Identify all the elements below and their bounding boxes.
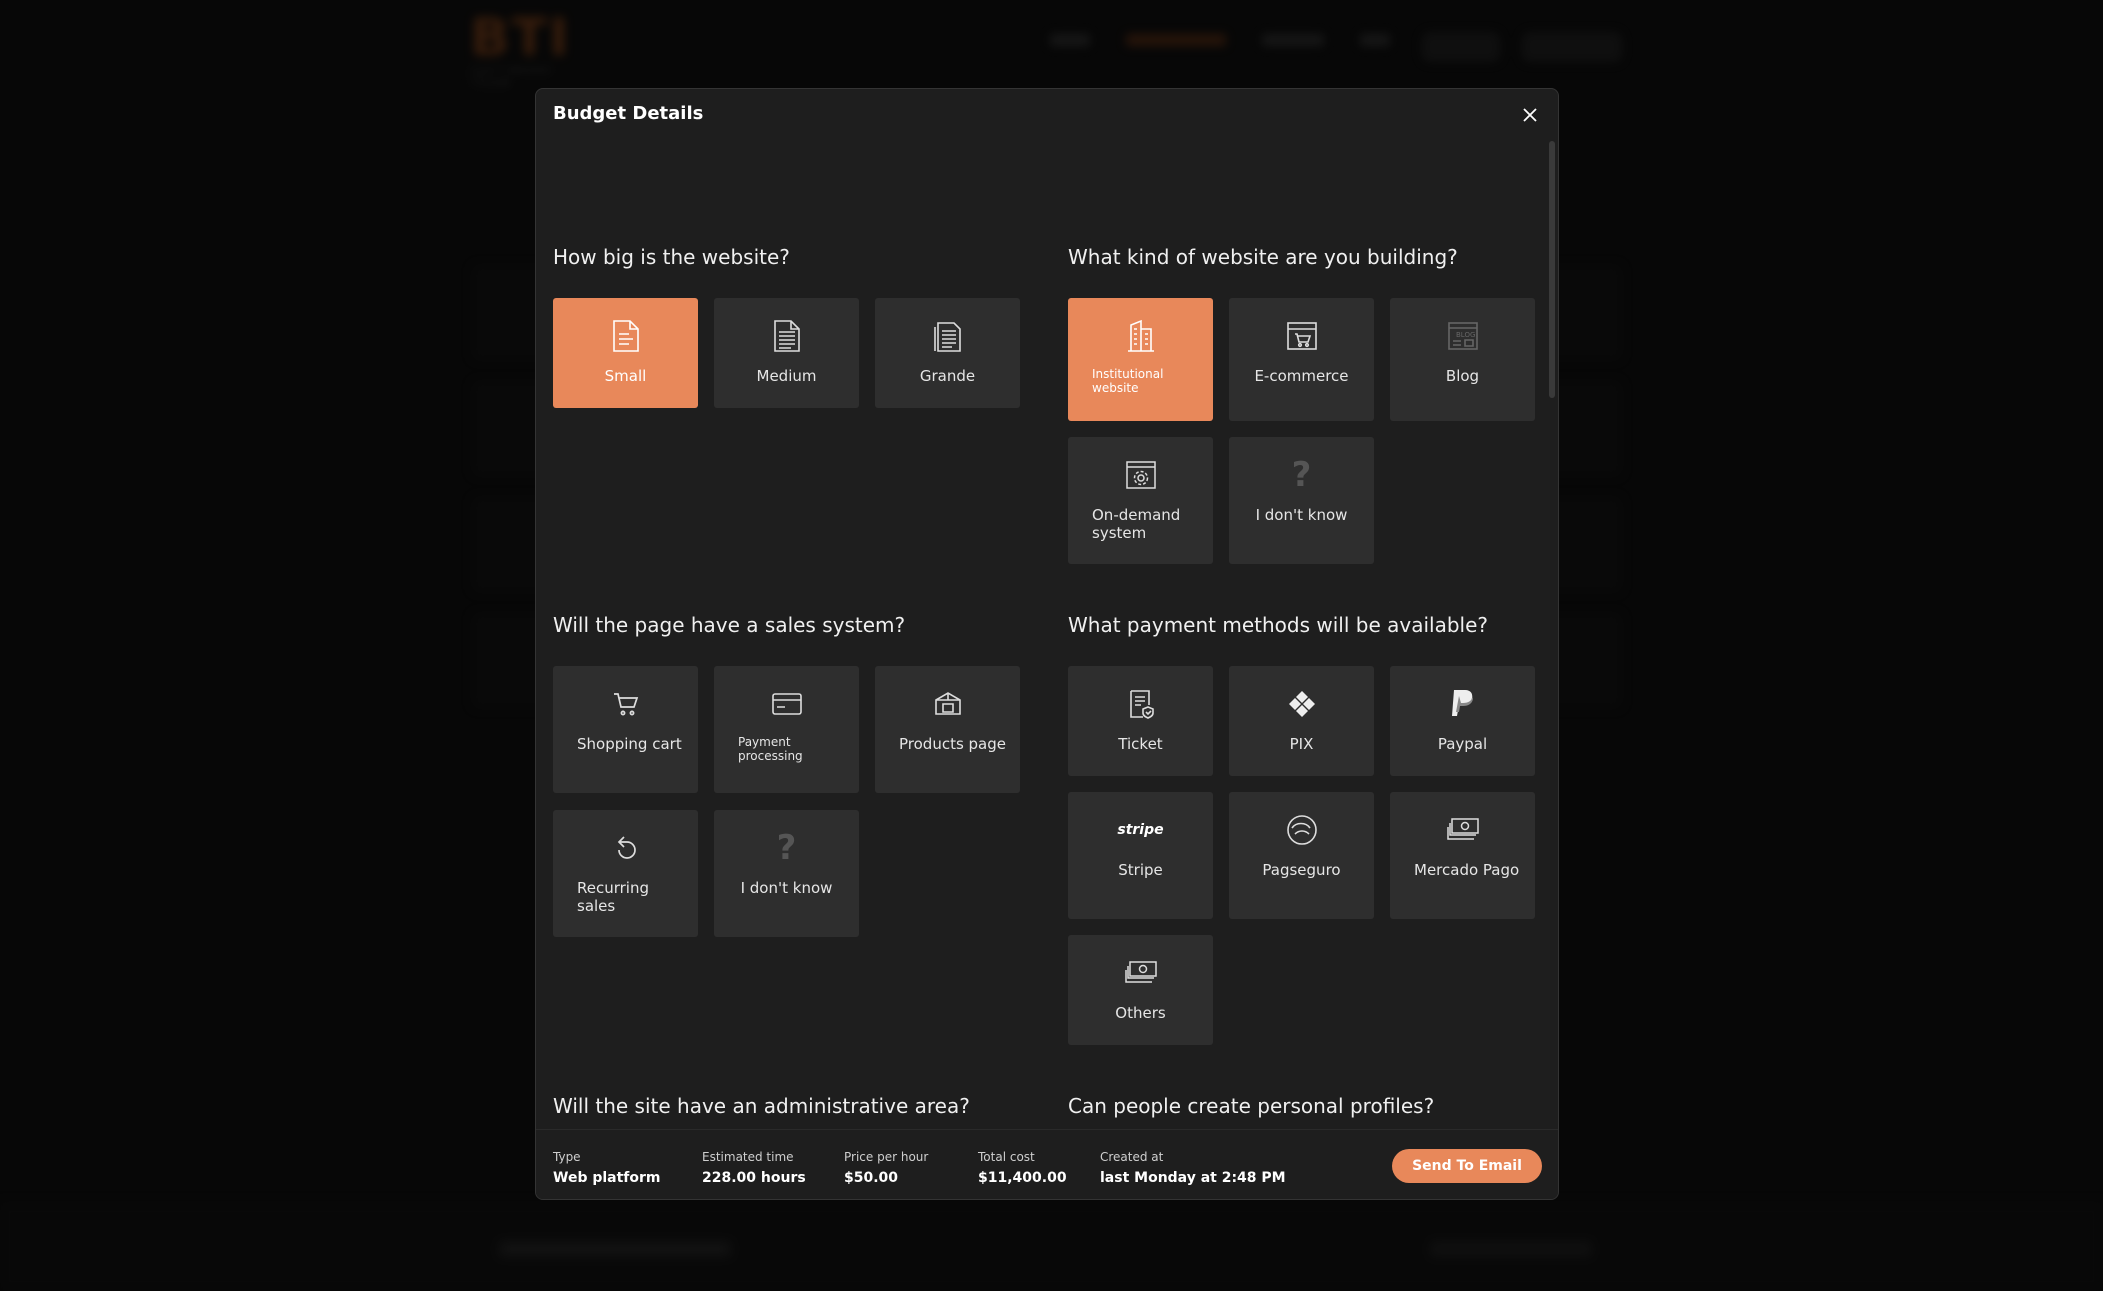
- documents-stack-icon: [875, 318, 1020, 354]
- modal-footer: Type Web platform Estimated time 228.00 …: [536, 1129, 1558, 1199]
- modal-header: Budget Details: [536, 89, 1558, 141]
- question-personal-profiles: Can people create personal profiles?: [1068, 1094, 1435, 1118]
- option-label: Small: [604, 367, 647, 385]
- question-sales-system: Will the page have a sales system?: [553, 613, 906, 637]
- paypal-icon: [1390, 686, 1535, 722]
- option-label: PIX: [1289, 735, 1314, 753]
- option-label: Paypal: [1437, 735, 1488, 753]
- option-sales-i-dont-know[interactable]: ? I don't know: [714, 810, 859, 937]
- modal-scrollbar[interactable]: [1549, 141, 1555, 1129]
- option-label: Shopping cart: [577, 735, 682, 753]
- stat-value: $50.00: [844, 1170, 899, 1186]
- building-icon: [1068, 318, 1213, 354]
- option-label: E-commerce: [1254, 367, 1349, 385]
- close-icon: [1523, 108, 1537, 122]
- close-button[interactable]: [1516, 101, 1544, 129]
- option-label: Products page: [899, 735, 1006, 753]
- send-to-email-button[interactable]: Send To Email: [1392, 1149, 1542, 1183]
- stripe-icon: stripe: [1068, 812, 1213, 848]
- option-e-commerce[interactable]: E-commerce: [1229, 298, 1374, 421]
- option-label: Medium: [756, 367, 817, 385]
- cash-others-icon: [1068, 955, 1213, 991]
- stripe-wordmark: stripe: [1117, 822, 1164, 838]
- option-label: Others: [1115, 1004, 1166, 1022]
- svg-text:BLOG: BLOG: [1456, 331, 1475, 339]
- recurring-arrow-icon: [553, 830, 698, 866]
- ticket-icon: [1068, 686, 1213, 722]
- question-admin-area: Will the site have an administrative are…: [553, 1094, 970, 1118]
- credit-card-icon: [714, 686, 859, 722]
- option-label: Grande: [919, 367, 976, 385]
- settings-window-icon: [1068, 457, 1213, 493]
- stat-label: Price per hour: [844, 1150, 929, 1164]
- option-label: Stripe: [1118, 861, 1163, 879]
- stat-value: $11,400.00: [978, 1170, 1067, 1186]
- option-label: Payment processing: [738, 735, 803, 763]
- document-lines-icon: [714, 318, 859, 354]
- option-payment-processing[interactable]: Payment processing: [714, 666, 859, 793]
- stat-label: Created at: [1100, 1150, 1164, 1164]
- option-label: I don't know: [1255, 506, 1348, 524]
- stat-value: Web platform: [553, 1170, 661, 1186]
- option-stripe[interactable]: stripe Stripe: [1068, 792, 1213, 919]
- cart-icon: [553, 686, 698, 722]
- option-label: Blog: [1445, 367, 1480, 385]
- stat-estimated-time: Estimated time 228.00 hours: [702, 1150, 806, 1186]
- budget-details-modal: Budget Details How big is the website? S…: [535, 88, 1559, 1200]
- stat-value: 228.00 hours: [702, 1170, 806, 1186]
- stat-total-cost: Total cost $11,400.00: [978, 1150, 1067, 1186]
- option-others[interactable]: Others: [1068, 935, 1213, 1045]
- modal-body[interactable]: How big is the website? Small Medium Gra…: [536, 141, 1546, 1129]
- option-label: Recurring sales: [577, 879, 649, 915]
- option-grande[interactable]: Grande: [875, 298, 1020, 408]
- option-label: Mercado Pago: [1414, 861, 1520, 879]
- cash-stack-icon: [1390, 812, 1535, 848]
- option-blog[interactable]: BLOG Blog: [1390, 298, 1535, 421]
- option-label: Ticket: [1118, 735, 1163, 753]
- stat-type: Type Web platform: [553, 1150, 661, 1186]
- question-website-kind: What kind of website are you building?: [1068, 245, 1458, 269]
- option-products-page[interactable]: Products page: [875, 666, 1020, 793]
- stat-value: last Monday at 2:48 PM: [1100, 1170, 1286, 1186]
- option-mercado-pago[interactable]: Mercado Pago: [1390, 792, 1535, 919]
- option-i-dont-know[interactable]: ? I don't know: [1229, 437, 1374, 564]
- option-medium[interactable]: Medium: [714, 298, 859, 408]
- blog-window-icon: BLOG: [1390, 318, 1535, 354]
- option-ticket[interactable]: Ticket: [1068, 666, 1213, 776]
- products-box-icon: [875, 686, 1020, 722]
- pix-icon: [1229, 686, 1374, 722]
- stat-price-per-hour: Price per hour $50.00: [844, 1150, 928, 1186]
- option-pix[interactable]: PIX: [1229, 666, 1374, 776]
- stat-label: Estimated time: [702, 1150, 794, 1164]
- stat-label: Type: [553, 1150, 581, 1164]
- question-website-size: How big is the website?: [553, 245, 790, 269]
- question-mark-icon: ?: [776, 828, 797, 868]
- option-label: Pagseguro: [1262, 861, 1341, 879]
- option-pagseguro[interactable]: Pagseguro: [1229, 792, 1374, 919]
- document-icon: [553, 318, 698, 354]
- question-mark-icon: ?: [1291, 455, 1312, 495]
- option-recurring-sales[interactable]: Recurring sales: [553, 810, 698, 937]
- option-paypal[interactable]: Paypal: [1390, 666, 1535, 776]
- option-label: Institutional website: [1092, 367, 1164, 395]
- option-small[interactable]: Small: [553, 298, 698, 408]
- question-payment-methods: What payment methods will be available?: [1068, 613, 1488, 637]
- pagseguro-icon: [1229, 812, 1374, 848]
- stat-created-at: Created at last Monday at 2:48 PM: [1100, 1150, 1286, 1186]
- option-label: On-demand system: [1092, 506, 1181, 542]
- option-on-demand-system[interactable]: On-demand system: [1068, 437, 1213, 564]
- option-shopping-cart[interactable]: Shopping cart: [553, 666, 698, 793]
- option-label: I don't know: [740, 879, 833, 897]
- shop-window-icon: [1229, 318, 1374, 354]
- modal-title: Budget Details: [553, 103, 704, 124]
- option-institutional-website[interactable]: Institutional website: [1068, 298, 1213, 421]
- stat-label: Total cost: [978, 1150, 1035, 1164]
- scrollbar-thumb[interactable]: [1549, 141, 1555, 398]
